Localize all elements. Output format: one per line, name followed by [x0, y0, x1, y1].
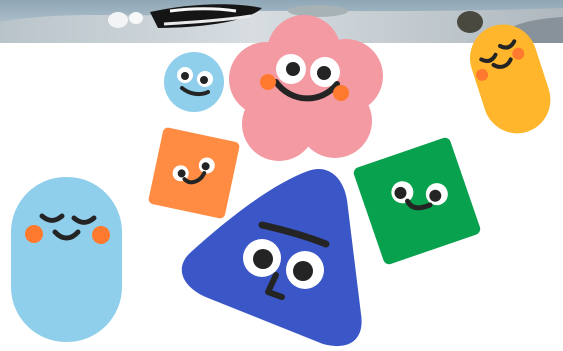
character-group — [0, 0, 563, 351]
yellow-pill-character — [470, 24, 551, 134]
illustration-scene — [0, 0, 563, 351]
light-blue-circle-character — [164, 52, 224, 112]
pink-flower-character — [229, 15, 383, 161]
light-blue-pill-character — [11, 177, 122, 342]
orange-square-character — [148, 127, 240, 219]
green-square-character — [353, 137, 481, 265]
